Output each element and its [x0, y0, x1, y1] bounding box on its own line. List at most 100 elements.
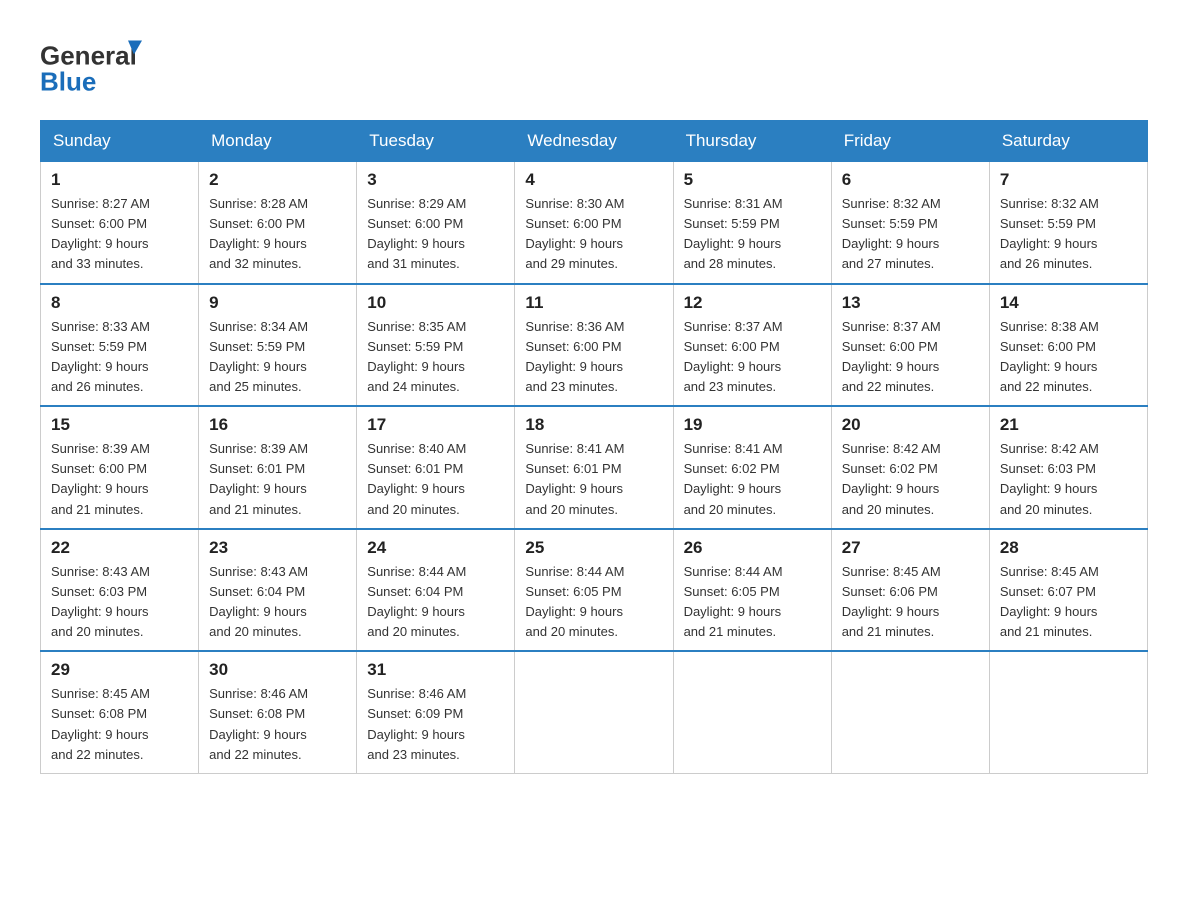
calendar-day-cell: 4 Sunrise: 8:30 AMSunset: 6:00 PMDaylight… [515, 162, 673, 284]
calendar-day-cell: 24 Sunrise: 8:44 AMSunset: 6:04 PMDayligh… [357, 529, 515, 652]
calendar-day-cell [989, 651, 1147, 773]
day-number: 11 [525, 293, 662, 313]
day-number: 14 [1000, 293, 1137, 313]
day-info: Sunrise: 8:37 AMSunset: 6:00 PMDaylight:… [842, 317, 979, 398]
calendar-day-cell: 31 Sunrise: 8:46 AMSunset: 6:09 PMDayligh… [357, 651, 515, 773]
day-number: 12 [684, 293, 821, 313]
calendar-week-row: 15 Sunrise: 8:39 AMSunset: 6:00 PMDayligh… [41, 406, 1148, 529]
day-info: Sunrise: 8:45 AMSunset: 6:07 PMDaylight:… [1000, 562, 1137, 643]
day-number: 28 [1000, 538, 1137, 558]
day-info: Sunrise: 8:42 AMSunset: 6:03 PMDaylight:… [1000, 439, 1137, 520]
day-info: Sunrise: 8:37 AMSunset: 6:00 PMDaylight:… [684, 317, 821, 398]
column-header-friday: Friday [831, 121, 989, 162]
day-info: Sunrise: 8:35 AMSunset: 5:59 PMDaylight:… [367, 317, 504, 398]
calendar-day-cell: 28 Sunrise: 8:45 AMSunset: 6:07 PMDayligh… [989, 529, 1147, 652]
column-header-tuesday: Tuesday [357, 121, 515, 162]
day-number: 22 [51, 538, 188, 558]
day-info: Sunrise: 8:41 AMSunset: 6:02 PMDaylight:… [684, 439, 821, 520]
calendar-day-cell: 9 Sunrise: 8:34 AMSunset: 5:59 PMDaylight… [199, 284, 357, 407]
day-info: Sunrise: 8:44 AMSunset: 6:05 PMDaylight:… [525, 562, 662, 643]
day-info: Sunrise: 8:46 AMSunset: 6:09 PMDaylight:… [367, 684, 504, 765]
calendar-day-cell: 17Sunrise: 8:40 AMSunset: 6:01 PMDayligh… [357, 406, 515, 529]
day-number: 21 [1000, 415, 1137, 435]
day-info: Sunrise: 8:45 AMSunset: 6:08 PMDaylight:… [51, 684, 188, 765]
calendar-day-cell: 5 Sunrise: 8:31 AMSunset: 5:59 PMDaylight… [673, 162, 831, 284]
day-number: 3 [367, 170, 504, 190]
calendar-day-cell: 2 Sunrise: 8:28 AMSunset: 6:00 PMDaylight… [199, 162, 357, 284]
day-info: Sunrise: 8:29 AMSunset: 6:00 PMDaylight:… [367, 194, 504, 275]
calendar-day-cell: 21 Sunrise: 8:42 AMSunset: 6:03 PMDayligh… [989, 406, 1147, 529]
day-number: 6 [842, 170, 979, 190]
day-info: Sunrise: 8:41 AMSunset: 6:01 PMDaylight:… [525, 439, 662, 520]
calendar-day-cell: 29 Sunrise: 8:45 AMSunset: 6:08 PMDayligh… [41, 651, 199, 773]
calendar-day-cell: 19Sunrise: 8:41 AMSunset: 6:02 PMDayligh… [673, 406, 831, 529]
calendar-day-cell: 27 Sunrise: 8:45 AMSunset: 6:06 PMDayligh… [831, 529, 989, 652]
day-info: Sunrise: 8:43 AMSunset: 6:03 PMDaylight:… [51, 562, 188, 643]
day-number: 29 [51, 660, 188, 680]
day-number: 17 [367, 415, 504, 435]
calendar-day-cell: 14Sunrise: 8:38 AMSunset: 6:00 PMDayligh… [989, 284, 1147, 407]
calendar-day-cell: 10 Sunrise: 8:35 AMSunset: 5:59 PMDayligh… [357, 284, 515, 407]
logo: General Blue [40, 30, 170, 100]
calendar-table: SundayMondayTuesdayWednesdayThursdayFrid… [40, 120, 1148, 774]
day-info: Sunrise: 8:32 AMSunset: 5:59 PMDaylight:… [842, 194, 979, 275]
day-number: 10 [367, 293, 504, 313]
calendar-day-cell: 12 Sunrise: 8:37 AMSunset: 6:00 PMDayligh… [673, 284, 831, 407]
calendar-day-cell: 15 Sunrise: 8:39 AMSunset: 6:00 PMDayligh… [41, 406, 199, 529]
calendar-day-cell: 6 Sunrise: 8:32 AMSunset: 5:59 PMDaylight… [831, 162, 989, 284]
day-number: 25 [525, 538, 662, 558]
day-info: Sunrise: 8:45 AMSunset: 6:06 PMDaylight:… [842, 562, 979, 643]
calendar-week-row: 8Sunrise: 8:33 AMSunset: 5:59 PMDaylight… [41, 284, 1148, 407]
calendar-week-row: 29 Sunrise: 8:45 AMSunset: 6:08 PMDayligh… [41, 651, 1148, 773]
column-header-sunday: Sunday [41, 121, 199, 162]
calendar-day-cell: 11Sunrise: 8:36 AMSunset: 6:00 PMDayligh… [515, 284, 673, 407]
calendar-day-cell [831, 651, 989, 773]
calendar-week-row: 1 Sunrise: 8:27 AMSunset: 6:00 PMDaylight… [41, 162, 1148, 284]
calendar-day-cell: 23Sunrise: 8:43 AMSunset: 6:04 PMDayligh… [199, 529, 357, 652]
day-info: Sunrise: 8:39 AMSunset: 6:00 PMDaylight:… [51, 439, 188, 520]
calendar-day-cell [515, 651, 673, 773]
day-info: Sunrise: 8:28 AMSunset: 6:00 PMDaylight:… [209, 194, 346, 275]
day-number: 24 [367, 538, 504, 558]
logo-svg: General Blue [40, 30, 170, 100]
calendar-header-row: SundayMondayTuesdayWednesdayThursdayFrid… [41, 121, 1148, 162]
column-header-thursday: Thursday [673, 121, 831, 162]
day-number: 31 [367, 660, 504, 680]
day-info: Sunrise: 8:27 AMSunset: 6:00 PMDaylight:… [51, 194, 188, 275]
day-number: 2 [209, 170, 346, 190]
svg-text:Blue: Blue [40, 67, 96, 97]
calendar-day-cell: 26Sunrise: 8:44 AMSunset: 6:05 PMDayligh… [673, 529, 831, 652]
calendar-day-cell: 16 Sunrise: 8:39 AMSunset: 6:01 PMDayligh… [199, 406, 357, 529]
day-number: 26 [684, 538, 821, 558]
calendar-day-cell: 13 Sunrise: 8:37 AMSunset: 6:00 PMDayligh… [831, 284, 989, 407]
day-info: Sunrise: 8:34 AMSunset: 5:59 PMDaylight:… [209, 317, 346, 398]
calendar-day-cell: 1 Sunrise: 8:27 AMSunset: 6:00 PMDaylight… [41, 162, 199, 284]
calendar-day-cell: 3 Sunrise: 8:29 AMSunset: 6:00 PMDaylight… [357, 162, 515, 284]
day-number: 13 [842, 293, 979, 313]
day-number: 7 [1000, 170, 1137, 190]
day-info: Sunrise: 8:42 AMSunset: 6:02 PMDaylight:… [842, 439, 979, 520]
day-info: Sunrise: 8:44 AMSunset: 6:04 PMDaylight:… [367, 562, 504, 643]
day-number: 27 [842, 538, 979, 558]
day-number: 18 [525, 415, 662, 435]
day-number: 1 [51, 170, 188, 190]
day-number: 5 [684, 170, 821, 190]
day-number: 15 [51, 415, 188, 435]
calendar-day-cell [673, 651, 831, 773]
day-info: Sunrise: 8:31 AMSunset: 5:59 PMDaylight:… [684, 194, 821, 275]
calendar-day-cell: 18 Sunrise: 8:41 AMSunset: 6:01 PMDayligh… [515, 406, 673, 529]
column-header-saturday: Saturday [989, 121, 1147, 162]
day-number: 30 [209, 660, 346, 680]
day-info: Sunrise: 8:39 AMSunset: 6:01 PMDaylight:… [209, 439, 346, 520]
calendar-day-cell: 30 Sunrise: 8:46 AMSunset: 6:08 PMDayligh… [199, 651, 357, 773]
day-info: Sunrise: 8:30 AMSunset: 6:00 PMDaylight:… [525, 194, 662, 275]
day-info: Sunrise: 8:43 AMSunset: 6:04 PMDaylight:… [209, 562, 346, 643]
day-info: Sunrise: 8:33 AMSunset: 5:59 PMDaylight:… [51, 317, 188, 398]
calendar-day-cell: 8Sunrise: 8:33 AMSunset: 5:59 PMDaylight… [41, 284, 199, 407]
day-number: 9 [209, 293, 346, 313]
calendar-day-cell: 7Sunrise: 8:32 AMSunset: 5:59 PMDaylight… [989, 162, 1147, 284]
day-info: Sunrise: 8:46 AMSunset: 6:08 PMDaylight:… [209, 684, 346, 765]
day-number: 16 [209, 415, 346, 435]
day-number: 4 [525, 170, 662, 190]
column-header-wednesday: Wednesday [515, 121, 673, 162]
